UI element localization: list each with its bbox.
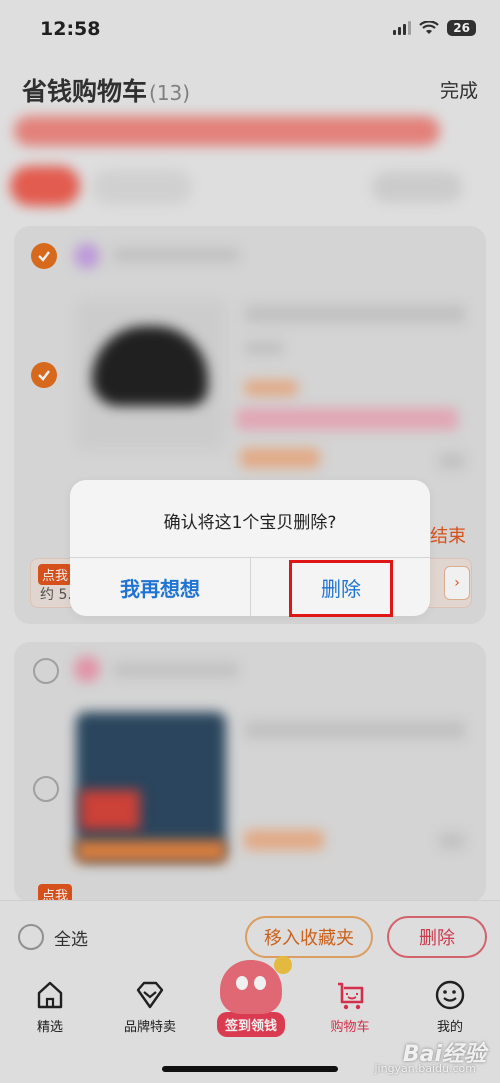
cancel-button[interactable]: 我再想想 bbox=[70, 558, 250, 616]
dialog-message: 确认将这1个宝贝删除? bbox=[163, 513, 337, 533]
highlight-box bbox=[289, 560, 393, 617]
